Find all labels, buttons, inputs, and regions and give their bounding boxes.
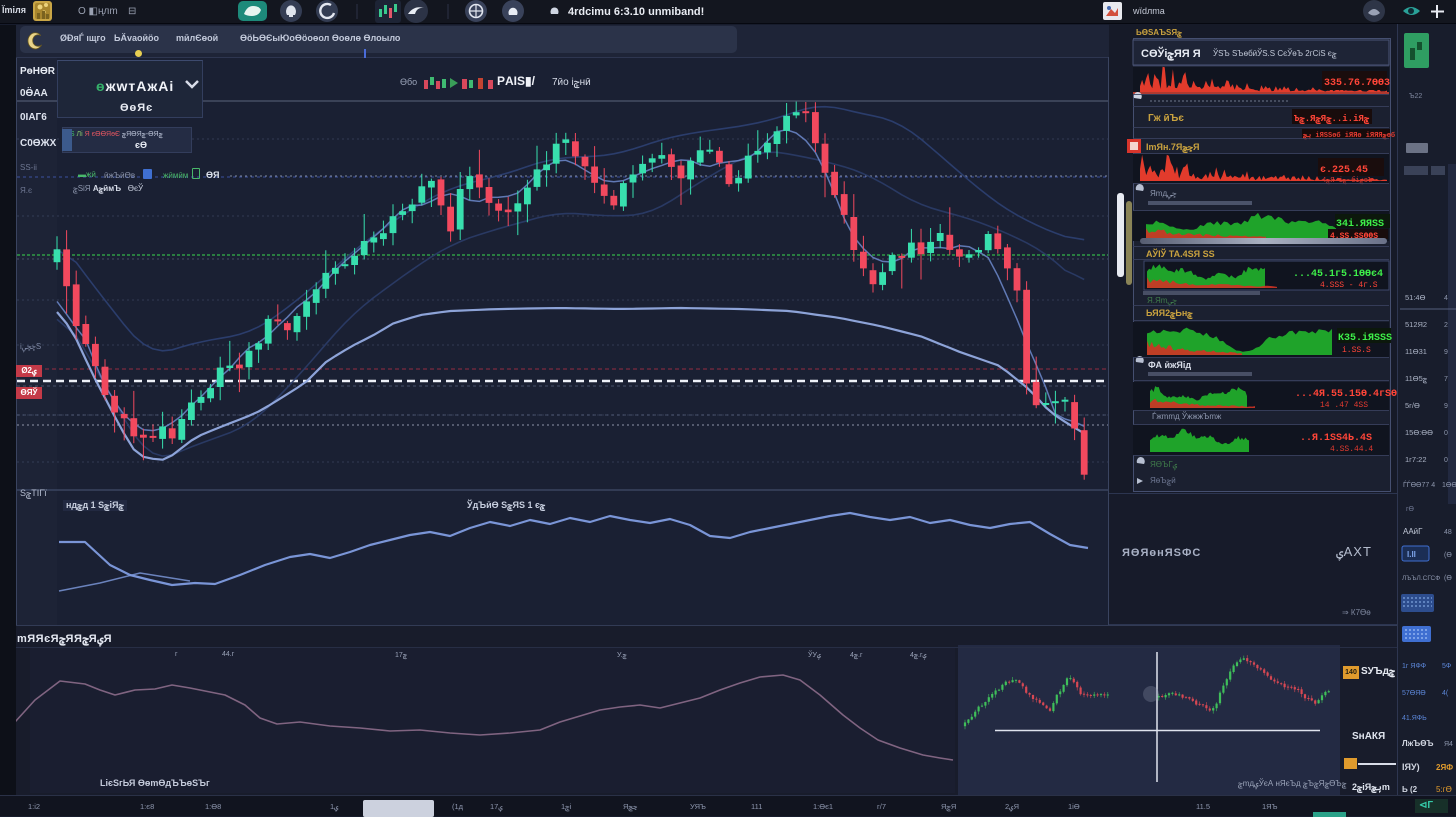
svg-text:ІmЯн.7ЯݮݮЯ: ІmЯн.7ЯݮݮЯ bbox=[1146, 142, 1199, 153]
svg-text:7: 7 bbox=[1444, 376, 1448, 383]
svg-text:є.225.45: є.225.45 bbox=[1320, 165, 1368, 176]
svg-text:512Я2: 512Я2 bbox=[1405, 320, 1427, 329]
svg-text:ЯөЪݮӣ: ЯөЪݮӣ bbox=[1150, 476, 1176, 486]
svg-text:Гж ӣЪє: Гж ӣЪє bbox=[1148, 113, 1184, 124]
svg-text:5Ф: 5Ф bbox=[1442, 663, 1451, 670]
svg-text:335.76.7ӨӨ3: 335.76.7ӨӨ3 bbox=[1324, 78, 1390, 89]
svg-text:1ӨӨ: 1ӨӨ bbox=[1442, 482, 1456, 489]
svg-text:57ӨЯӨ: 57ӨЯӨ bbox=[1402, 690, 1426, 697]
svg-text:2ЯФ: 2ЯФ bbox=[1436, 763, 1453, 772]
svg-text:І.ІІ: І.ІІ bbox=[1407, 550, 1416, 559]
svg-text:ЯӨЪГݷ: ЯӨЪГݷ bbox=[1150, 460, 1178, 470]
svg-text:15Ө:ӨӨ: 15Ө:ӨӨ bbox=[1405, 428, 1433, 437]
svg-text:0: 0 bbox=[1444, 457, 1448, 464]
svg-text:Я.Яmݮݷ: Я.Яmݮݷ bbox=[1147, 296, 1177, 306]
svg-text:СӨЎіݮЯЯ Я: СӨЎіݮЯЯ Я bbox=[1141, 47, 1201, 61]
svg-text:Я4: Я4 bbox=[1444, 741, 1453, 748]
svg-text:і.ЅЅ.Ѕ: і.ЅЅ.Ѕ bbox=[1342, 346, 1371, 355]
svg-text:1г7:22: 1г7:22 bbox=[1405, 455, 1427, 464]
svg-text:14 .47 4ЅЅ: 14 .47 4ЅЅ bbox=[1320, 401, 1368, 410]
svg-text:0: 0 bbox=[1444, 430, 1448, 437]
svg-text:9: 9 bbox=[1444, 403, 1448, 410]
svg-text:5:гӨ: 5:гӨ bbox=[1436, 785, 1452, 794]
svg-text:ЎЅЪ ЅЪөбӣЎЅ.Ѕ СєЎөЪ 2гСіЅ єݮ: ЎЅЪ ЅЪөбӣЎЅ.Ѕ СєЎөЪ 2гСіЅ єݮ bbox=[1213, 49, 1337, 59]
svg-text:ЬӨЅАЪЅЯݮ: ЬӨЅАЪЅЯݮ bbox=[1136, 28, 1182, 38]
svg-text:ААӣГ: ААӣГ bbox=[1403, 527, 1423, 536]
svg-text:(Ө: (Ө bbox=[1444, 552, 1452, 559]
svg-text:Ь (2: Ь (2 bbox=[1402, 785, 1418, 794]
svg-text:wïdлma: wïdлma bbox=[1132, 6, 1165, 16]
svg-text:Їmіля: Їmіля bbox=[1, 5, 26, 15]
svg-text:(Ө: (Ө bbox=[1444, 575, 1452, 582]
svg-text:ЬЯЯ2ݮЬнݮ: ЬЯЯ2ݮЬнݮ bbox=[1146, 308, 1193, 319]
svg-text:4(: 4( bbox=[1442, 690, 1449, 697]
svg-text:Ъݮ.ЯݮЯݮ..і.іЯݮ: Ъݮ.ЯݮЯݮ..і.іЯݮ bbox=[1294, 114, 1370, 124]
svg-text:2: 2 bbox=[1444, 322, 1448, 329]
svg-text:...4Я.55.15Ө.4гЅӨ: ...4Я.55.15Ө.4гЅӨ bbox=[1295, 389, 1397, 400]
svg-text:1г ЯФФ: 1г ЯФФ bbox=[1402, 663, 1426, 670]
svg-text:ЛжЪӨЪ: ЛжЪӨЪ bbox=[1402, 739, 1433, 748]
svg-text:Яmдݮݷ: Яmдݮݷ bbox=[1150, 189, 1177, 199]
svg-text:4rdcimu 6:3.10 unmiband!: 4rdcimu 6:3.10 unmiband! bbox=[568, 6, 704, 18]
svg-text:ЛЪЪЛ.СГСФ: ЛЪЪЛ.СГСФ bbox=[1402, 575, 1440, 582]
svg-text:Ъ22: Ъ22 bbox=[1409, 93, 1422, 100]
svg-text:11Ө5ݮ: 11Ө5ݮ bbox=[1405, 374, 1428, 384]
svg-text:5г/Ө: 5г/Ө bbox=[1405, 401, 1420, 410]
svg-text:К35.іЯЅЅЅ: К35.іЯЅЅЅ bbox=[1338, 332, 1392, 344]
svg-text:ІЯУ): ІЯУ) bbox=[1402, 762, 1420, 772]
svg-text:51:4Ө: 51:4Ө bbox=[1405, 293, 1426, 302]
svg-text:11Ө31: 11Ө31 bbox=[1405, 347, 1427, 356]
svg-text:гӨ: гӨ bbox=[1406, 506, 1415, 513]
svg-text:4: 4 bbox=[1444, 295, 1448, 302]
svg-text:⊟: ⊟ bbox=[128, 6, 136, 17]
svg-text:4.ЅЅЅ - 4г.Ѕ: 4.ЅЅЅ - 4г.Ѕ bbox=[1320, 281, 1378, 290]
svg-text:O ◧ңлm: O ◧ңлm bbox=[78, 6, 118, 17]
svg-text:..Я.1ЅЅ4Ь.4Ѕ: ..Я.1ЅЅ4Ь.4Ѕ bbox=[1300, 433, 1372, 444]
svg-text:ЃЃӨӨ77 4: ЃЃӨӨ77 4 bbox=[1403, 480, 1435, 489]
svg-text:АЎІЎ ТА.4ЅЯ ЅЅ: АЎІЎ ТА.4ЅЯ ЅЅ bbox=[1146, 248, 1215, 259]
svg-text:4.ЅЅ.44.4: 4.ЅЅ.44.4 bbox=[1330, 445, 1373, 454]
svg-text:...45.1г5.1ӨӨє4: ...45.1г5.1ӨӨє4 bbox=[1293, 269, 1383, 280]
svg-text:ФА ӣжЯід: ФА ӣжЯід bbox=[1148, 360, 1191, 370]
svg-text:41.ЯФЬ: 41.ЯФЬ bbox=[1402, 715, 1427, 722]
svg-text:9: 9 bbox=[1444, 349, 1448, 356]
svg-text:34і.ЯЯЅЅ: 34і.ЯЯЅЅ bbox=[1336, 218, 1384, 230]
svg-text:48: 48 bbox=[1444, 529, 1452, 536]
svg-text:Ѓжmmд ЎжжжЪmж: Ѓжmmд ЎжжжЪmж bbox=[1152, 412, 1222, 421]
